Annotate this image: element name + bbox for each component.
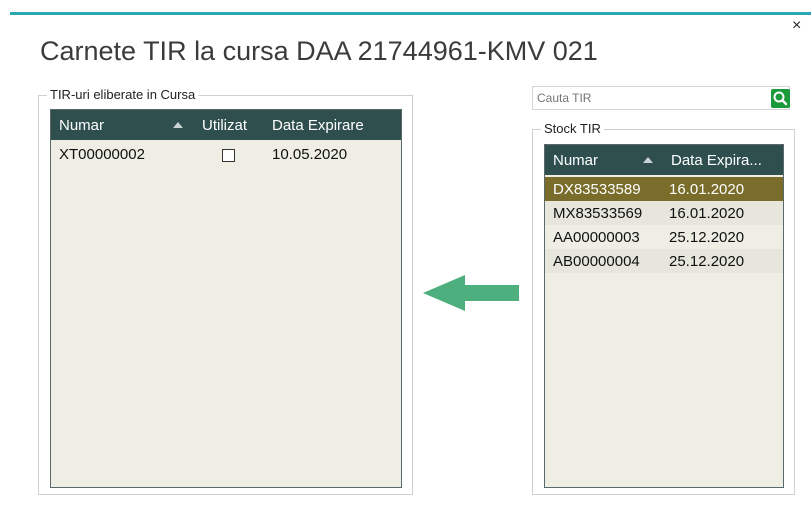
cell-data-expirare: 16.01.2020	[669, 181, 745, 198]
close-icon[interactable]: ×	[792, 18, 801, 34]
released-tir-grid[interactable]: Numar Utilizat Data Expirare XT00000002 …	[50, 109, 402, 488]
sort-ascending-icon[interactable]	[643, 157, 653, 163]
column-header-numar[interactable]: Numar	[553, 152, 598, 169]
table-row[interactable]: XT00000002 10.05.2020	[51, 142, 401, 166]
cell-data-expirare: 25.12.2020	[669, 253, 745, 270]
search-icon	[773, 91, 788, 106]
stock-tir-group-label: Stock TIR	[541, 121, 604, 137]
cell-numar: AA00000003	[553, 229, 640, 246]
table-row[interactable]: AA00000003 25.12.2020	[545, 225, 783, 249]
arrow-left-icon[interactable]	[423, 275, 519, 311]
stock-tir-group: Stock TIR Numar Data Expira... DX8353358…	[532, 121, 795, 495]
search-field[interactable]	[532, 86, 790, 110]
stock-grid-header: Numar Data Expira...	[545, 145, 783, 175]
search-input[interactable]	[537, 90, 757, 106]
cell-data-expirare: 16.01.2020	[669, 205, 745, 222]
table-row[interactable]: AB00000004 25.12.2020	[545, 249, 783, 273]
utilizat-checkbox[interactable]	[222, 149, 235, 162]
table-row[interactable]: DX83533589 16.01.2020	[545, 177, 783, 201]
column-header-data-expirare[interactable]: Data Expira...	[671, 152, 762, 169]
column-header-data-expirare[interactable]: Data Expirare	[272, 117, 364, 134]
cell-numar: AB00000004	[553, 253, 640, 270]
cell-numar: XT00000002	[59, 146, 145, 163]
cell-numar: DX83533589	[553, 181, 641, 198]
stock-tir-grid[interactable]: Numar Data Expira... DX83533589 16.01.20…	[544, 144, 784, 488]
table-row[interactable]: MX83533569 16.01.2020	[545, 201, 783, 225]
released-tir-group: TIR-uri eliberate in Cursa Numar Utiliza…	[38, 87, 413, 495]
search-button[interactable]	[771, 89, 790, 108]
column-header-numar[interactable]: Numar	[59, 117, 104, 134]
cell-data-expirare: 10.05.2020	[272, 146, 348, 163]
sort-ascending-icon[interactable]	[173, 122, 183, 128]
dialog-accent-bar	[10, 12, 811, 15]
released-grid-header: Numar Utilizat Data Expirare	[51, 110, 401, 140]
cell-data-expirare: 25.12.2020	[669, 229, 745, 246]
released-tir-group-label: TIR-uri eliberate in Cursa	[47, 87, 199, 103]
column-header-utilizat[interactable]: Utilizat	[202, 117, 247, 134]
cell-numar: MX83533569	[553, 205, 643, 222]
dialog-title: Carnete TIR la cursa DAA 21744961-KMV 02…	[40, 36, 598, 66]
